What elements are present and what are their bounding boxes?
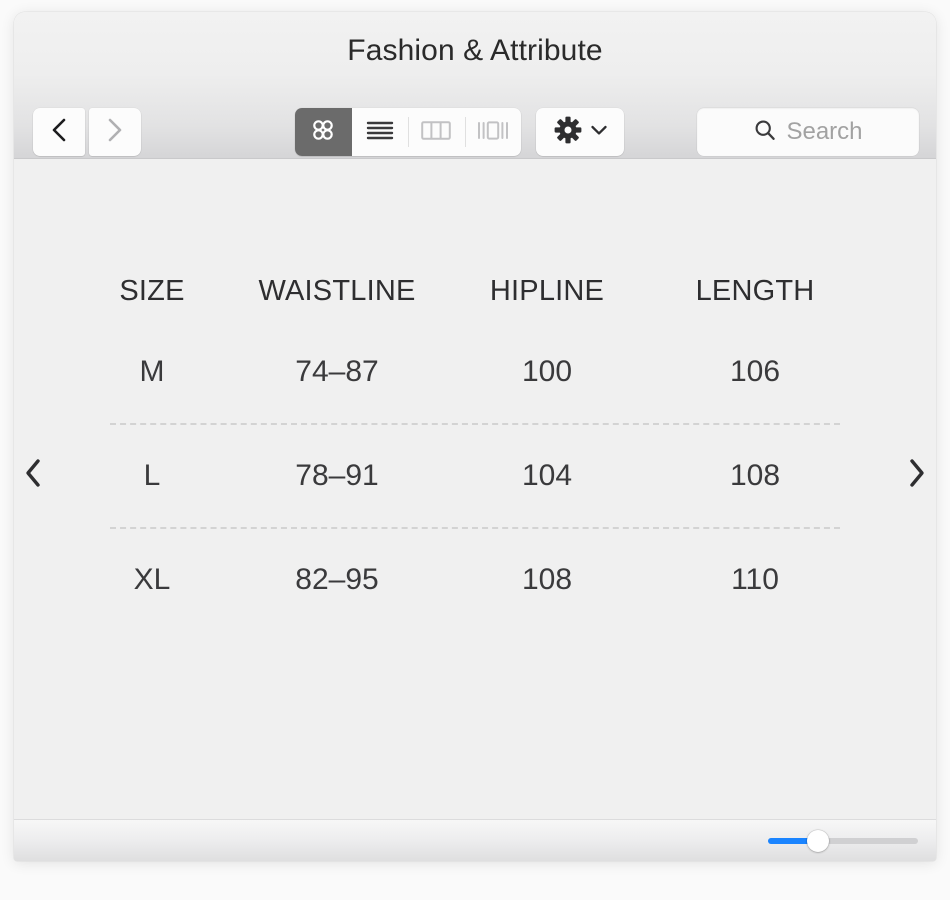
slider-knob[interactable] — [806, 830, 829, 852]
table-row[interactable]: XL 82–95 108 110 — [82, 529, 868, 631]
cell-length: 106 — [729, 355, 781, 388]
chevron-right-icon — [906, 457, 928, 494]
table-header-row: SIZE WAISTLINE HIPLINE LENGTH — [82, 261, 868, 321]
table-row[interactable]: M 74–87 100 106 — [82, 321, 868, 423]
search-placeholder: Search — [786, 118, 863, 145]
cell-waistline: 82–95 — [295, 563, 379, 596]
list-view-icon — [365, 117, 395, 148]
previous-item-button[interactable] — [16, 455, 50, 495]
chevron-left-icon — [49, 116, 69, 149]
view-mode-list-button[interactable] — [352, 108, 409, 156]
cell-hipline: 108 — [521, 563, 573, 596]
view-mode-column-button[interactable] — [408, 108, 465, 156]
cell-length: 108 — [729, 459, 781, 492]
toolbar: Search — [14, 104, 936, 160]
cell-length: 110 — [731, 563, 779, 596]
column-header-length: LENGTH — [695, 274, 815, 307]
chevron-down-icon — [590, 123, 608, 141]
icon-size-slider[interactable] — [768, 830, 918, 852]
finder-window: Fashion & Attribute Search SIZE WAISTLIN… — [14, 12, 936, 861]
view-mode-gallery-button[interactable] — [464, 108, 522, 156]
action-menu-button[interactable] — [536, 108, 624, 156]
next-item-button[interactable] — [900, 455, 934, 495]
back-button[interactable] — [33, 108, 85, 156]
cell-hipline: 100 — [521, 355, 573, 388]
cell-size: M — [139, 355, 165, 388]
status-bar — [14, 819, 936, 861]
grid-view-icon — [310, 117, 336, 148]
size-chart-table: SIZE WAISTLINE HIPLINE LENGTH M 74–87 10… — [82, 261, 868, 631]
chevron-right-icon — [105, 116, 125, 149]
cell-waistline: 78–91 — [295, 459, 379, 492]
window-titlebar: Fashion & Attribute Search — [14, 12, 936, 159]
gear-icon — [553, 115, 583, 150]
view-mode-icon-button[interactable] — [295, 108, 352, 156]
cell-size: L — [143, 459, 161, 492]
content-area: SIZE WAISTLINE HIPLINE LENGTH M 74–87 10… — [14, 159, 936, 819]
column-view-icon — [420, 117, 452, 148]
search-icon — [753, 118, 777, 147]
cell-waistline: 74–87 — [295, 355, 379, 388]
column-header-size: SIZE — [119, 274, 185, 307]
forward-button[interactable] — [89, 108, 141, 156]
search-input[interactable]: Search — [697, 108, 919, 156]
cell-hipline: 104 — [521, 459, 573, 492]
gallery-view-icon — [476, 117, 510, 148]
cell-size: XL — [133, 563, 171, 596]
table-row[interactable]: L 78–91 104 108 — [82, 425, 868, 527]
column-header-waistline: WAISTLINE — [258, 274, 416, 307]
column-header-hipline: HIPLINE — [489, 274, 605, 307]
window-title: Fashion & Attribute — [347, 34, 603, 67]
view-mode-segmented-control — [295, 108, 521, 156]
chevron-left-icon — [22, 457, 44, 494]
